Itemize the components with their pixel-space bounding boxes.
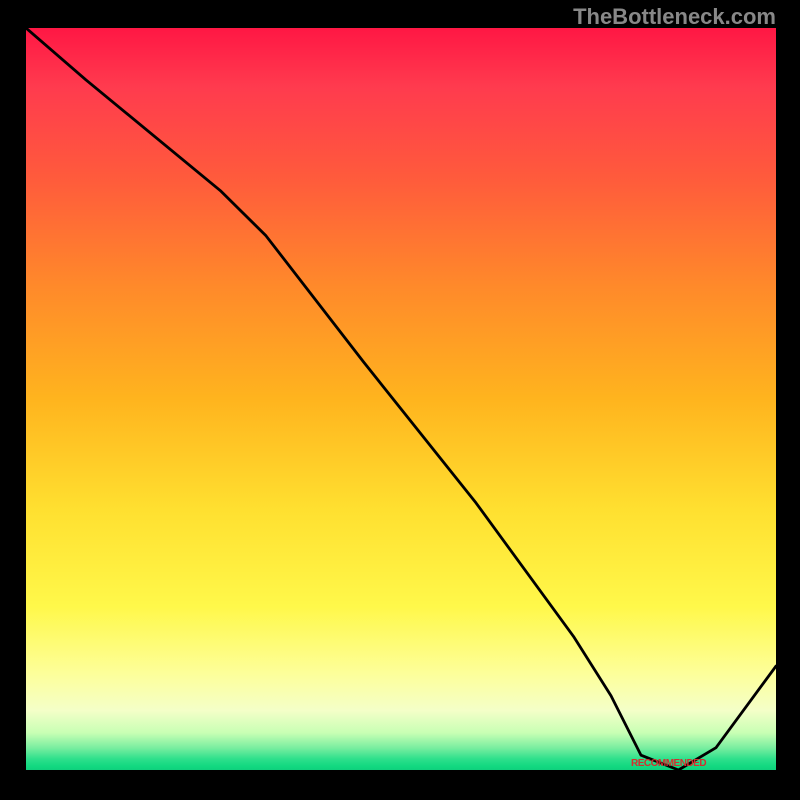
bottleneck-curve [26, 28, 776, 770]
watermark-text: TheBottleneck.com [573, 4, 776, 30]
chart-plot-area: RECOMMENDED [26, 28, 776, 770]
recommended-marker: RECOMMENDED [631, 758, 706, 769]
